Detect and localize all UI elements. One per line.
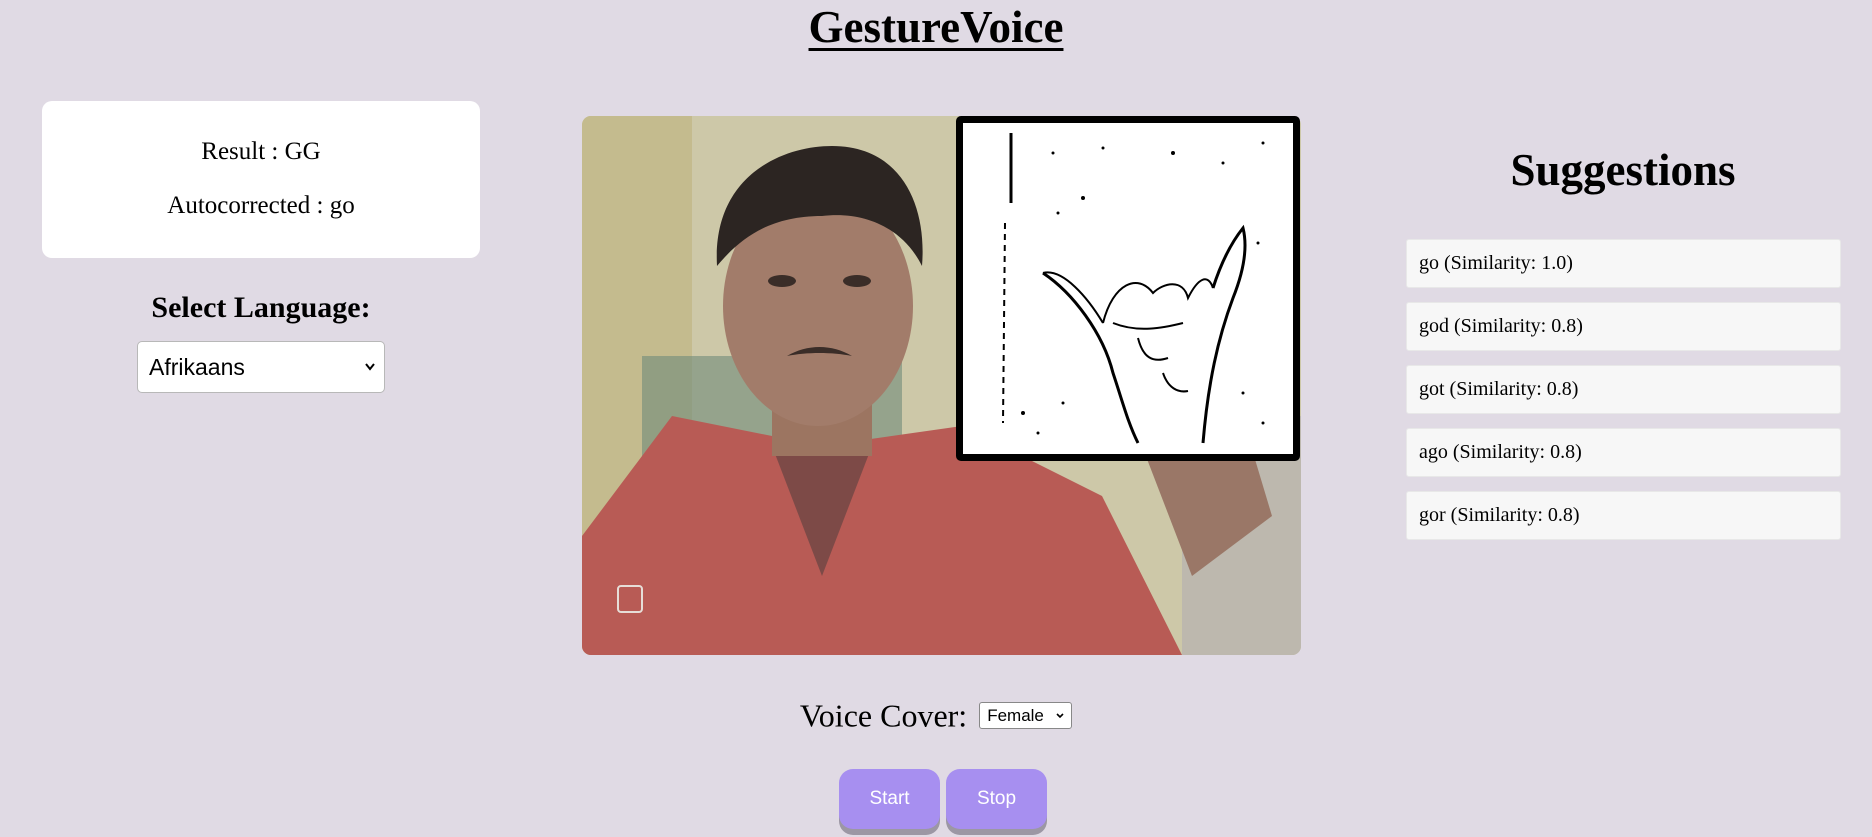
suggestion-item[interactable]: gor (Similarity: 0.8) [1406, 491, 1841, 540]
suggestion-item[interactable]: got (Similarity: 0.8) [1406, 365, 1841, 414]
language-select[interactable]: Afrikaans [137, 341, 385, 393]
chevron-down-icon [1055, 703, 1065, 738]
hand-edge-preview [956, 116, 1300, 461]
suggestion-item[interactable]: go (Similarity: 1.0) [1406, 239, 1841, 288]
app-title: GestureVoice [808, 2, 1064, 52]
result-card: Result : GG Autocorrected : go [42, 101, 480, 258]
start-button[interactable]: Start [839, 769, 940, 829]
suggestions-list: go (Similarity: 1.0) god (Similarity: 0.… [1406, 239, 1841, 554]
language-heading: Select Language: [151, 291, 371, 324]
suggestion-item[interactable]: ago (Similarity: 0.8) [1406, 428, 1841, 477]
autocorrected-text: Autocorrected : go [167, 192, 355, 219]
chevron-down-icon [364, 342, 376, 412]
stop-button[interactable]: Stop [946, 769, 1047, 829]
suggestions-heading: Suggestions [1510, 145, 1736, 195]
result-text: Result : GG [201, 138, 321, 165]
hand-gesture-outline [1002, 133, 1265, 444]
language-selected-value: Afrikaans [149, 354, 245, 380]
voice-cover-selected-value: Female [987, 706, 1044, 726]
suggestion-item[interactable]: god (Similarity: 0.8) [1406, 302, 1841, 351]
voice-cover-select[interactable]: Female [979, 702, 1073, 730]
voice-cover-row: Voice Cover: Female [0, 692, 1872, 736]
voice-cover-label: Voice Cover: [799, 697, 968, 734]
